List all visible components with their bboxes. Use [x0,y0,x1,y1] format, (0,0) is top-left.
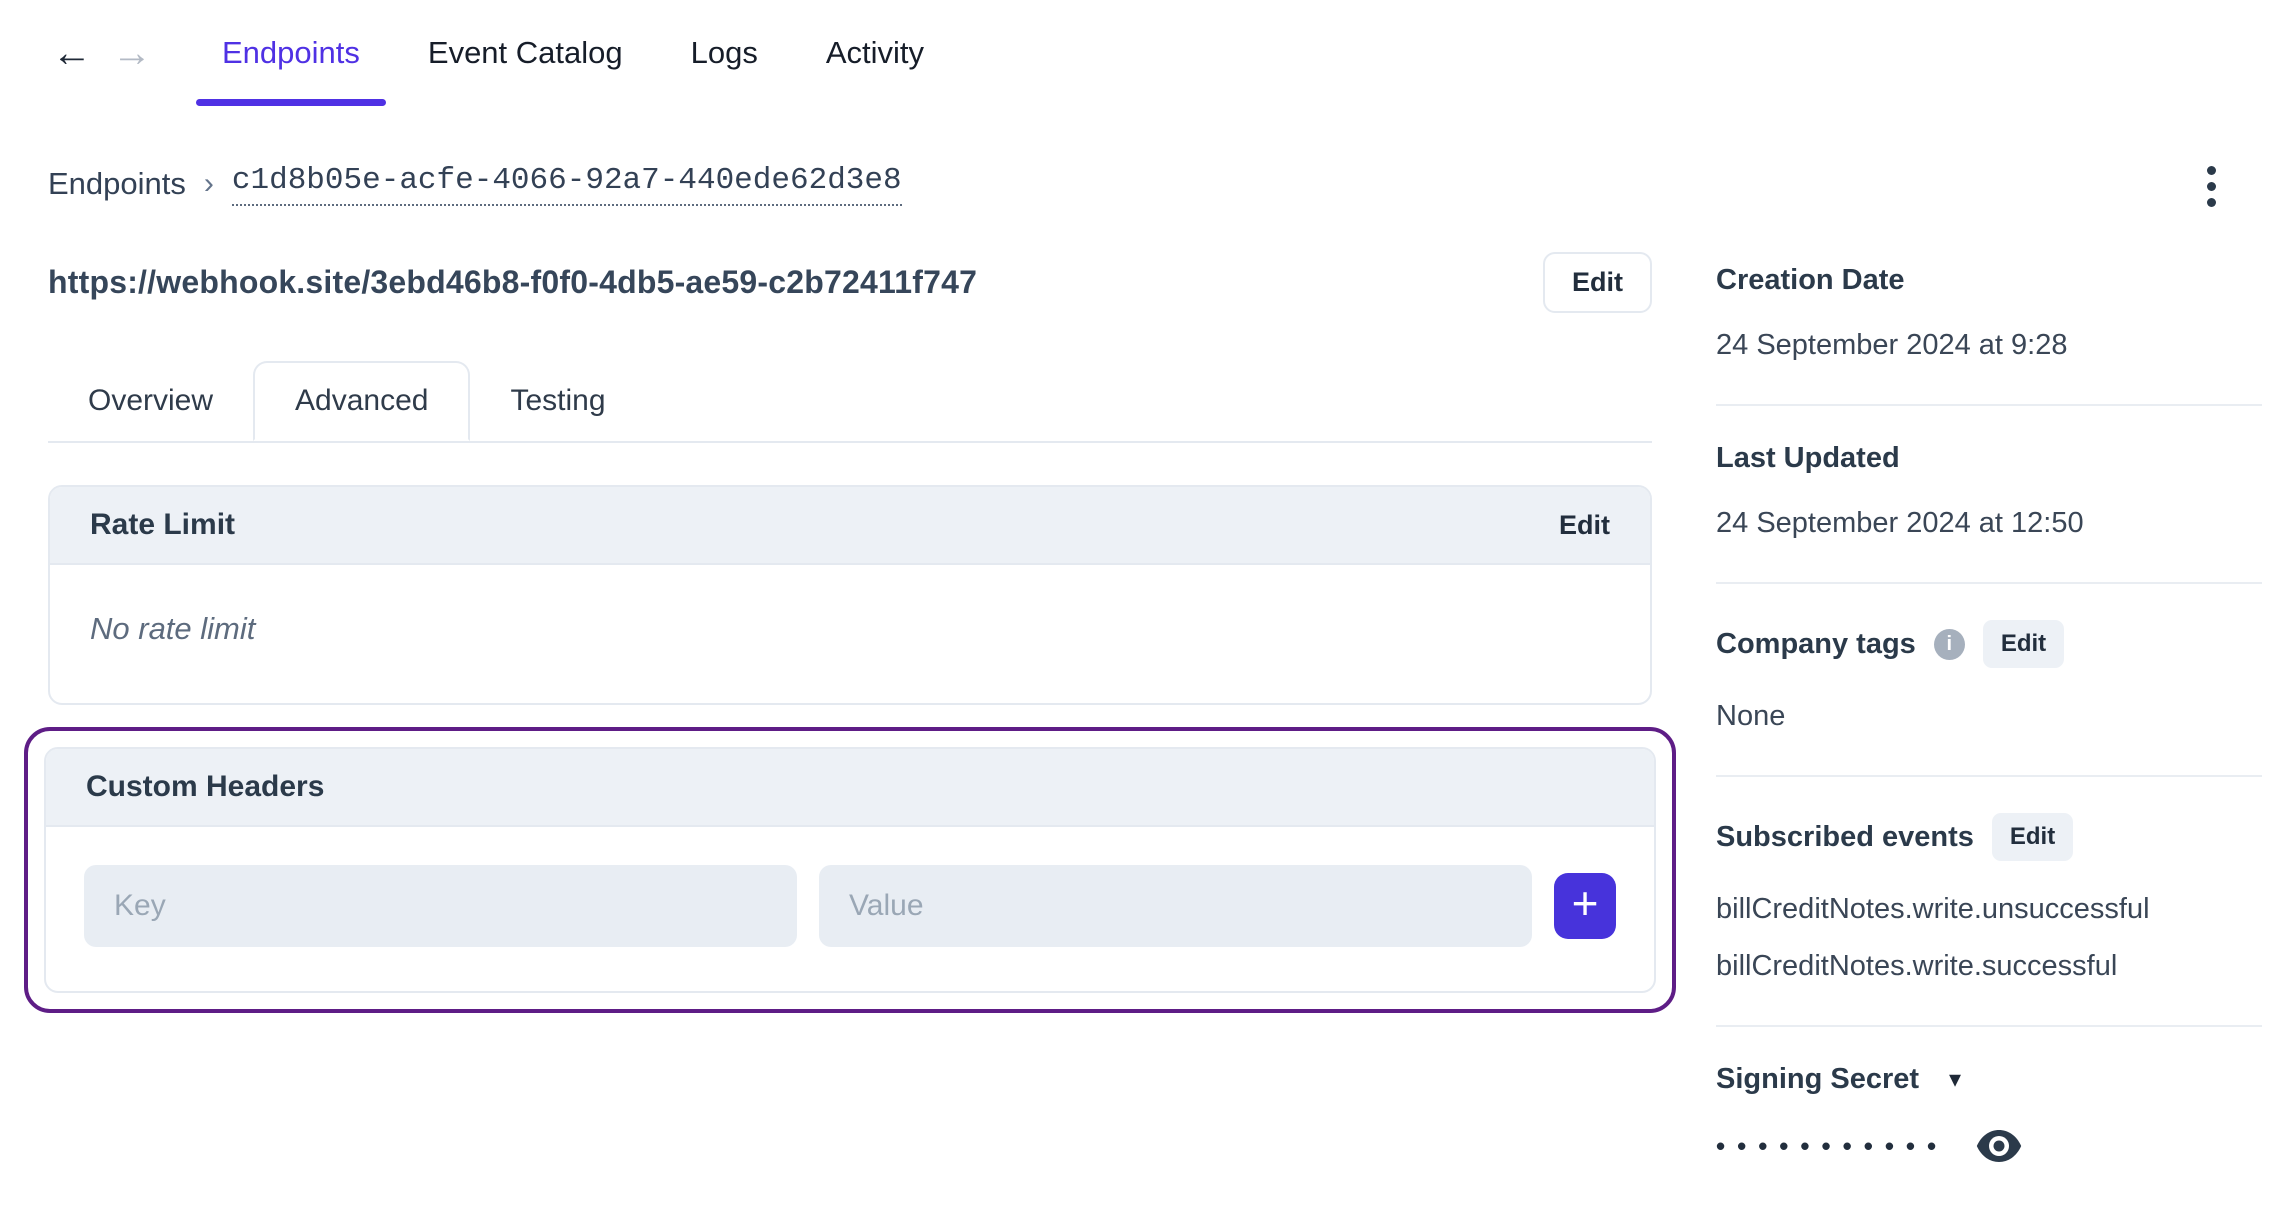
company-tags-edit-button[interactable]: Edit [1982,620,2065,668]
custom-headers-card-body: + [46,827,1654,991]
header-key-input[interactable] [84,865,797,947]
content-area: https://webhook.site/3ebd46b8-f0f0-4db5-… [0,208,2274,1204]
chevron-down-icon[interactable]: ▾ [1949,1067,1961,1092]
detail-tabs: Overview Advanced Testing [48,361,1652,443]
add-header-button[interactable]: + [1554,873,1616,939]
primary-tabs: Endpoints Event Catalog Logs Activity [196,0,950,106]
company-tags-value: None [1716,700,1786,732]
tab-testing[interactable]: Testing [470,361,645,441]
endpoint-main-panel: https://webhook.site/3ebd46b8-f0f0-4db5-… [24,208,1676,1204]
subscribed-events-label: Subscribed events [1716,820,1974,853]
creation-date-section: Creation Date 24 September 2024 at 9:28 [1716,264,2262,406]
endpoint-url: https://webhook.site/3ebd46b8-f0f0-4db5-… [48,264,978,300]
signing-secret-value-row: ••••••••••• [1716,1130,2262,1162]
rate-limit-edit-button[interactable]: Edit [1559,510,1610,541]
tab-endpoints[interactable]: Endpoints [196,0,386,106]
more-options-button[interactable] [2197,156,2226,217]
custom-headers-title: Custom Headers [86,770,325,803]
rate-limit-card-body: No rate limit [50,565,1650,703]
custom-headers-card-header: Custom Headers [46,749,1654,827]
subscribed-events-edit-button[interactable]: Edit [1991,813,2074,861]
company-tags-section: Company tags i Edit None [1716,584,2262,777]
last-updated-label: Last Updated [1716,442,1900,474]
webhook-endpoint-page: ← → Endpoints Event Catalog Logs Activit… [0,0,2274,1208]
rate-limit-card-header: Rate Limit Edit [50,487,1650,565]
last-updated-value: 24 September 2024 at 12:50 [1716,507,2084,539]
subscribed-events-section: Subscribed events Edit billCreditNotes.w… [1716,777,2262,1027]
subscribed-event-item: billCreditNotes.write.successful [1716,950,2118,982]
forward-arrow-icon[interactable]: → [110,0,154,106]
breadcrumb: Endpoints › c1d8b05e-acfe-4066-92a7-440e… [48,160,2226,208]
tab-activity[interactable]: Activity [800,0,950,106]
edit-url-button[interactable]: Edit [1543,252,1652,313]
tab-logs[interactable]: Logs [665,0,784,106]
kebab-menu-icon [2207,166,2216,175]
chevron-right-icon: › [203,167,214,200]
header-value-input[interactable] [819,865,1532,947]
breadcrumb-endpoints-link[interactable]: Endpoints [48,166,186,202]
info-icon[interactable]: i [1933,628,1965,660]
signing-secret-section: Signing Secret ▾ ••••••••••• [1716,1027,2262,1204]
custom-headers-card: Custom Headers + [44,747,1656,993]
masked-secret-value: ••••••••••• [1716,1130,1949,1161]
signing-secret-label: Signing Secret [1716,1063,1920,1095]
tab-overview[interactable]: Overview [48,361,253,441]
rate-limit-title: Rate Limit [90,508,236,541]
rate-limit-card: Rate Limit Edit No rate limit [48,485,1652,705]
last-updated-section: Last Updated 24 September 2024 at 12:50 [1716,406,2262,584]
company-tags-label: Company tags [1716,627,1916,660]
breadcrumb-endpoint-id[interactable]: c1d8b05e-acfe-4066-92a7-440ede62d3e8 [231,163,902,206]
back-arrow-icon[interactable]: ← [50,0,94,106]
tab-advanced[interactable]: Advanced [253,361,471,441]
creation-date-value: 24 September 2024 at 9:28 [1716,329,2068,361]
endpoint-details-sidebar: Creation Date 24 September 2024 at 9:28 … [1716,264,2262,1204]
custom-headers-highlight-ring: Custom Headers + [24,727,1676,1013]
tab-event-catalog[interactable]: Event Catalog [402,0,649,106]
top-nav: ← → Endpoints Event Catalog Logs Activit… [0,0,2274,106]
no-rate-limit-text: No rate limit [90,611,256,646]
subscribed-event-item: billCreditNotes.write.unsuccessful [1716,893,2150,925]
creation-date-label: Creation Date [1716,264,1905,296]
eye-icon[interactable] [1976,1130,2022,1162]
endpoint-url-row: https://webhook.site/3ebd46b8-f0f0-4db5-… [48,252,1652,313]
